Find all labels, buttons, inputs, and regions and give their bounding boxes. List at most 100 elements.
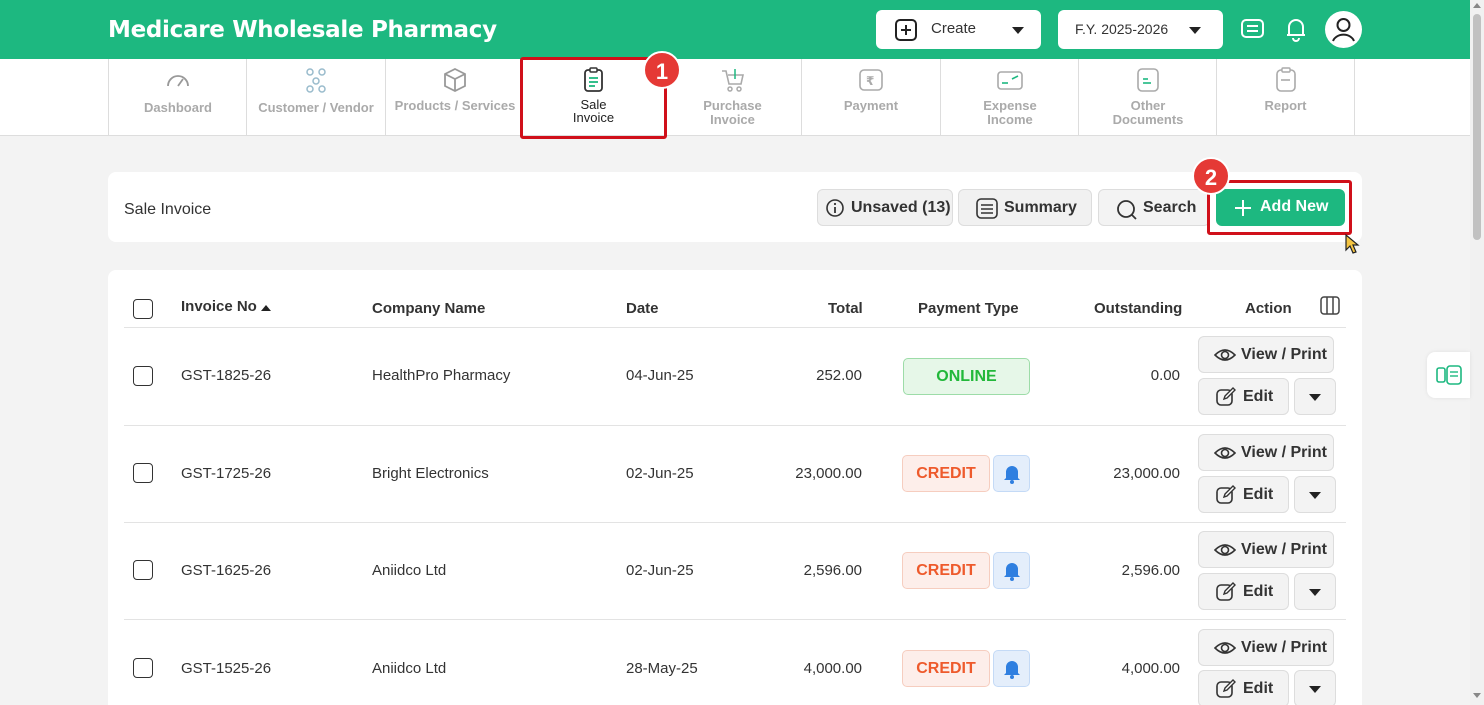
eye-icon: [1214, 544, 1236, 556]
row-divider: [124, 522, 1346, 523]
user-avatar[interactable]: [1325, 11, 1362, 48]
info-icon: [826, 199, 844, 217]
view-print-button[interactable]: View / Print: [1198, 336, 1334, 373]
create-dropdown-button[interactable]: Create: [876, 10, 1041, 49]
user-icon: [1332, 18, 1355, 42]
edit-button[interactable]: Edit: [1198, 476, 1289, 513]
nav-purchase-invoice[interactable]: Purchase Invoice: [663, 59, 802, 135]
invoice-table: Invoice No Company Name Date Total Payme…: [108, 270, 1362, 705]
scrollbar-thumb[interactable]: [1473, 14, 1481, 240]
nav-dashboard[interactable]: Dashboard: [108, 59, 247, 135]
column-header-company-name[interactable]: Company Name: [372, 300, 485, 317]
edit-button[interactable]: Edit: [1198, 378, 1289, 415]
side-float-button[interactable]: [1427, 352, 1470, 398]
scroll-up-arrow-icon[interactable]: [1473, 3, 1481, 8]
chevron-down-icon: [1189, 27, 1201, 34]
financial-year-label: F.Y. 2025-2026: [1075, 21, 1169, 37]
reminder-button[interactable]: [993, 552, 1030, 589]
gauge-icon: [167, 75, 189, 87]
bell-icon[interactable]: [1283, 16, 1309, 42]
nav-other-documents[interactable]: Other Documents: [1078, 59, 1217, 135]
eye-icon: [1214, 642, 1236, 654]
outstanding-cell: 4,000.00: [1121, 660, 1180, 677]
sort-ascending-icon[interactable]: [261, 305, 271, 311]
search-icon: [1117, 200, 1137, 220]
reminder-button[interactable]: [993, 650, 1030, 687]
invoice-no-cell[interactable]: GST-1625-26: [181, 562, 271, 579]
message-icon[interactable]: [1240, 16, 1266, 42]
bell-icon: [1004, 661, 1020, 679]
total-cell: 23,000.00: [795, 465, 862, 482]
column-header-date[interactable]: Date: [626, 300, 659, 317]
outstanding-cell: 23,000.00: [1113, 465, 1180, 482]
unsaved-button[interactable]: Unsaved (13): [817, 189, 953, 226]
nav-label-line1: Other: [1130, 98, 1166, 113]
bell-icon: [1004, 563, 1020, 581]
nav-expense-income[interactable]: Expense Income: [940, 59, 1079, 135]
scroll-down-arrow-icon[interactable]: [1473, 693, 1481, 698]
page-title: Sale Invoice: [124, 201, 212, 218]
company-cell: Aniidco Ltd: [372, 562, 447, 579]
summary-button[interactable]: Summary: [958, 189, 1092, 226]
view-print-button[interactable]: View / Print: [1198, 531, 1334, 568]
nav-customer-vendor[interactable]: Customer / Vendor: [246, 59, 385, 135]
list-icon: [976, 198, 998, 219]
column-header-outstanding[interactable]: Outstanding: [1094, 300, 1182, 317]
edit-icon: [1216, 387, 1236, 406]
chevron-down-icon: [1309, 589, 1321, 596]
chevron-down-icon: [1309, 686, 1321, 693]
cart-icon: [721, 69, 744, 92]
box-icon: [444, 67, 466, 93]
column-header-payment-type[interactable]: Payment Type: [918, 300, 1019, 317]
columns-toggle-icon[interactable]: [1320, 296, 1340, 315]
total-cell: 4,000.00: [803, 660, 862, 677]
view-print-label: View / Print: [1241, 541, 1327, 558]
nav-report[interactable]: Report: [1216, 59, 1355, 135]
nav-products-services[interactable]: Products / Services: [385, 59, 524, 135]
row-checkbox[interactable]: [133, 463, 153, 483]
module-nav: Dashboard Customer / Vendor Products / S…: [0, 59, 1470, 136]
more-actions-dropdown[interactable]: [1294, 378, 1336, 415]
column-header-invoice-no[interactable]: Invoice No: [181, 298, 257, 315]
date-cell: 28-May-25: [626, 660, 698, 677]
expense-income-icon: [997, 71, 1023, 90]
chevron-down-icon: [1309, 394, 1321, 401]
select-all-checkbox[interactable]: [133, 299, 153, 319]
edit-label: Edit: [1243, 583, 1274, 600]
report-icon: [1275, 67, 1296, 92]
invoice-no-cell[interactable]: GST-1725-26: [181, 465, 271, 482]
nav-label-line1: Expense: [983, 98, 1037, 113]
invoice-no-cell[interactable]: GST-1825-26: [181, 367, 271, 384]
row-checkbox[interactable]: [133, 658, 153, 678]
edit-button[interactable]: Edit: [1198, 573, 1289, 610]
more-actions-dropdown[interactable]: [1294, 670, 1336, 705]
view-print-button[interactable]: View / Print: [1198, 434, 1334, 471]
plus-square-icon: [895, 19, 917, 41]
search-button[interactable]: Search: [1098, 189, 1210, 226]
nav-label-line2: Documents: [1112, 112, 1184, 127]
more-actions-dropdown[interactable]: [1294, 573, 1336, 610]
outstanding-cell: 0.00: [1150, 367, 1180, 384]
company-cell: Aniidco Ltd: [372, 660, 447, 677]
app-header: Medicare Wholesale Pharmacy Create F.Y. …: [0, 0, 1470, 59]
total-cell: 252.00: [816, 367, 862, 384]
view-print-label: View / Print: [1241, 346, 1327, 363]
row-checkbox[interactable]: [133, 366, 153, 386]
column-header-total[interactable]: Total: [828, 300, 863, 317]
company-cell: Bright Electronics: [372, 465, 489, 482]
nav-payment[interactable]: ₹ Payment: [801, 59, 940, 135]
financial-year-select[interactable]: F.Y. 2025-2026: [1058, 10, 1223, 49]
view-print-button[interactable]: View / Print: [1198, 629, 1334, 666]
row-checkbox[interactable]: [133, 560, 153, 580]
edit-label: Edit: [1243, 388, 1274, 405]
invoice-no-cell[interactable]: GST-1525-26: [181, 660, 271, 677]
more-actions-dropdown[interactable]: [1294, 476, 1336, 513]
reminder-button[interactable]: [993, 455, 1030, 492]
chevron-down-icon: [1012, 27, 1024, 34]
search-label: Search: [1143, 199, 1197, 216]
annotation-highlight-add-new: [1207, 180, 1352, 235]
edit-button[interactable]: Edit: [1198, 670, 1289, 705]
summary-label: Summary: [1004, 199, 1077, 216]
payment-type-badge: ONLINE: [903, 358, 1030, 395]
nav-label: Payment: [843, 98, 899, 113]
